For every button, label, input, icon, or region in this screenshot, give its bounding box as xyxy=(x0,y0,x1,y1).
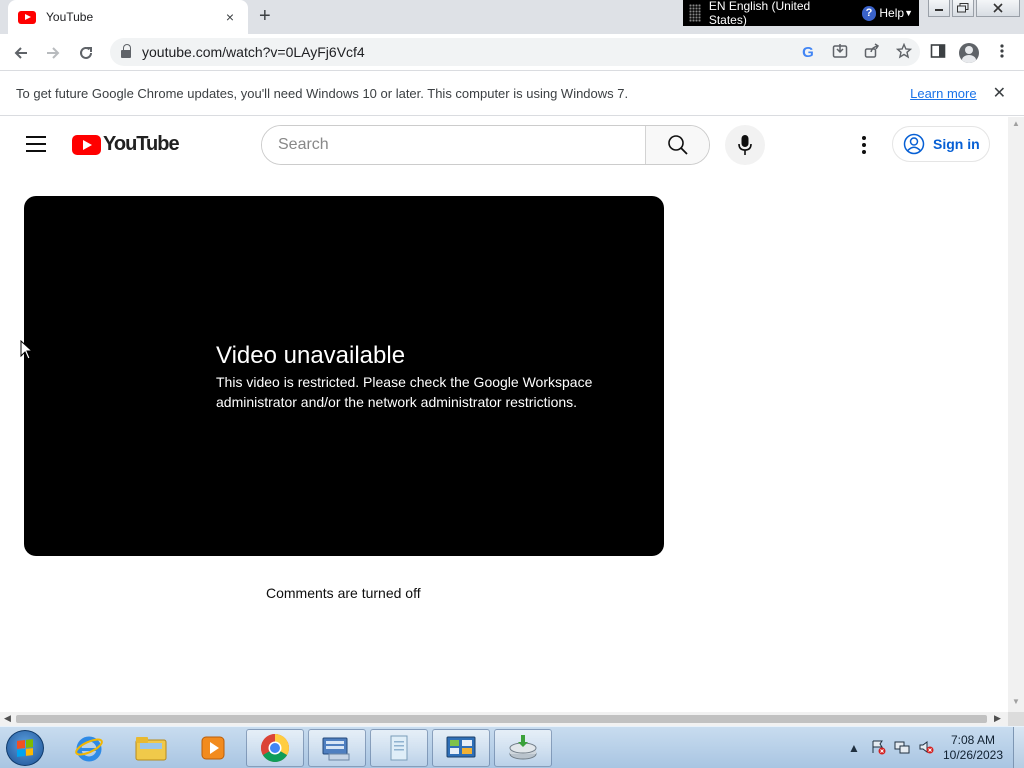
error-message: This video is restricted. Please check t… xyxy=(216,374,593,410)
horizontal-scroll-thumb[interactable] xyxy=(16,715,987,723)
action-center-flag-icon[interactable] xyxy=(866,739,890,758)
taskbar-internet-explorer[interactable] xyxy=(60,729,118,767)
scroll-down-arrow-icon[interactable]: ▼ xyxy=(1012,697,1020,706)
grip-handle-icon[interactable] xyxy=(689,4,701,22)
help-icon[interactable]: ? xyxy=(861,5,877,21)
taskbar-clock[interactable]: 7:08 AM 10/26/2023 xyxy=(938,733,1008,763)
keyboard-icon xyxy=(322,737,350,761)
more-vert-icon xyxy=(1000,44,1004,58)
network-icon[interactable] xyxy=(890,739,914,758)
infobar-message: To get future Google Chrome updates, you… xyxy=(16,85,629,101)
close-icon xyxy=(993,3,1003,13)
side-panel-icon[interactable] xyxy=(928,43,948,63)
disk-drive-icon xyxy=(509,735,537,760)
forward-arrow-icon xyxy=(47,47,60,59)
new-tab-button[interactable]: + xyxy=(259,6,271,26)
url-text[interactable]: youtube.com/watch?v=0LAyFj6Vcf4 xyxy=(142,44,792,60)
help-label[interactable]: Help xyxy=(879,6,904,20)
volume-muted-icon[interactable] xyxy=(914,739,938,758)
minimize-button[interactable] xyxy=(928,0,950,17)
forward-button[interactable] xyxy=(41,41,65,65)
video-player[interactable]: Video unavailable This video is restrict… xyxy=(24,196,664,556)
chevron-down-icon[interactable]: ▼ xyxy=(904,8,913,18)
close-tab-icon[interactable]: × xyxy=(222,9,238,25)
vertical-scrollbar[interactable]: ▲ ▼ xyxy=(1008,117,1024,712)
restore-button[interactable] xyxy=(952,0,974,17)
notepad-icon xyxy=(390,735,408,761)
learn-more-link[interactable]: Learn more xyxy=(910,86,976,101)
bookmark-star-icon[interactable] xyxy=(888,42,920,62)
back-button[interactable] xyxy=(9,41,33,65)
profile-button[interactable] xyxy=(959,43,979,63)
back-arrow-icon xyxy=(14,47,27,59)
youtube-play-logo-icon xyxy=(72,134,101,155)
error-title: Video unavailable xyxy=(216,342,406,369)
control-panel-icon xyxy=(446,736,476,758)
sign-in-label: Sign in xyxy=(933,136,980,152)
account-circle-icon xyxy=(903,133,925,155)
search-box xyxy=(261,125,710,165)
youtube-masthead: YouTube Sign in xyxy=(0,117,1008,173)
tab-title: YouTube xyxy=(46,10,94,24)
sign-in-button[interactable]: Sign in xyxy=(892,126,990,162)
youtube-logo-text: YouTube xyxy=(103,133,180,155)
show-desktop-button[interactable] xyxy=(1013,727,1024,768)
comments-status: Comments are turned off xyxy=(266,585,421,601)
tab-strip: YouTube × + EN English (United States) ?… xyxy=(0,0,1024,34)
install-app-icon[interactable] xyxy=(824,43,856,62)
reload-button[interactable] xyxy=(74,41,98,65)
search-input[interactable] xyxy=(262,126,645,164)
lock-icon[interactable] xyxy=(121,44,131,58)
browser-toolbar: youtube.com/watch?v=0LAyFj6Vcf4 G xyxy=(0,34,1024,71)
minimize-icon xyxy=(935,9,943,11)
search-icon xyxy=(667,135,688,155)
taskbar-notepad[interactable] xyxy=(370,729,428,767)
search-button[interactable] xyxy=(645,126,709,164)
taskbar-google-chrome[interactable] xyxy=(246,729,304,767)
show-hidden-icons-icon[interactable]: ▲ xyxy=(842,741,866,755)
mouse-cursor-icon xyxy=(20,340,32,360)
close-window-button[interactable] xyxy=(976,0,1020,17)
scroll-left-arrow-icon[interactable]: ◀ xyxy=(4,713,11,724)
youtube-favicon-icon xyxy=(18,10,36,24)
taskbar-disk-utility[interactable] xyxy=(494,729,552,767)
system-tray: ▲ xyxy=(842,727,938,768)
windows-logo-icon xyxy=(17,739,33,757)
language-indicator[interactable]: EN English (United States) xyxy=(709,0,850,27)
folder-icon xyxy=(135,737,167,761)
scroll-right-arrow-icon[interactable]: ▶ xyxy=(994,713,1001,724)
settings-menu-icon[interactable] xyxy=(856,133,872,157)
language-bar[interactable]: EN English (United States) ? Help ▼ xyxy=(683,0,919,27)
youtube-logo[interactable]: YouTube xyxy=(72,133,180,156)
taskbar-file-explorer[interactable] xyxy=(122,729,180,767)
taskbar-on-screen-keyboard[interactable] xyxy=(308,729,366,767)
media-player-icon xyxy=(201,736,225,760)
chrome-menu-button[interactable] xyxy=(992,43,1012,63)
scrollbar-corner xyxy=(1008,712,1024,726)
horizontal-scrollbar[interactable]: ◀ ▶ xyxy=(0,712,1008,726)
clock-date: 10/26/2023 xyxy=(942,748,1004,762)
restore-icon xyxy=(957,3,969,13)
clock-time: 7:08 AM xyxy=(950,733,996,747)
close-infobar-icon[interactable]: ✕ xyxy=(993,83,1006,103)
avatar-icon xyxy=(959,43,979,63)
internet-explorer-icon xyxy=(75,736,103,762)
google-lens-icon[interactable]: G xyxy=(792,44,824,61)
voice-search-button[interactable] xyxy=(725,125,765,165)
chrome-icon xyxy=(261,734,289,762)
microphone-icon xyxy=(738,135,752,155)
tab-youtube[interactable]: YouTube × xyxy=(8,0,248,34)
share-icon[interactable] xyxy=(856,42,888,62)
scroll-up-arrow-icon[interactable]: ▲ xyxy=(1012,119,1020,128)
window-controls xyxy=(928,0,1022,17)
reload-icon xyxy=(80,46,92,59)
taskbar-control-panel[interactable] xyxy=(432,729,490,767)
windows-taskbar: ▲ 7:08 AM 10/26/2023 xyxy=(0,726,1024,768)
address-bar[interactable]: youtube.com/watch?v=0LAyFj6Vcf4 G xyxy=(110,38,920,66)
taskbar-media-player[interactable] xyxy=(184,729,242,767)
chrome-update-infobar: To get future Google Chrome updates, you… xyxy=(0,71,1024,116)
start-button[interactable] xyxy=(6,730,44,766)
guide-menu-icon[interactable] xyxy=(26,136,46,152)
